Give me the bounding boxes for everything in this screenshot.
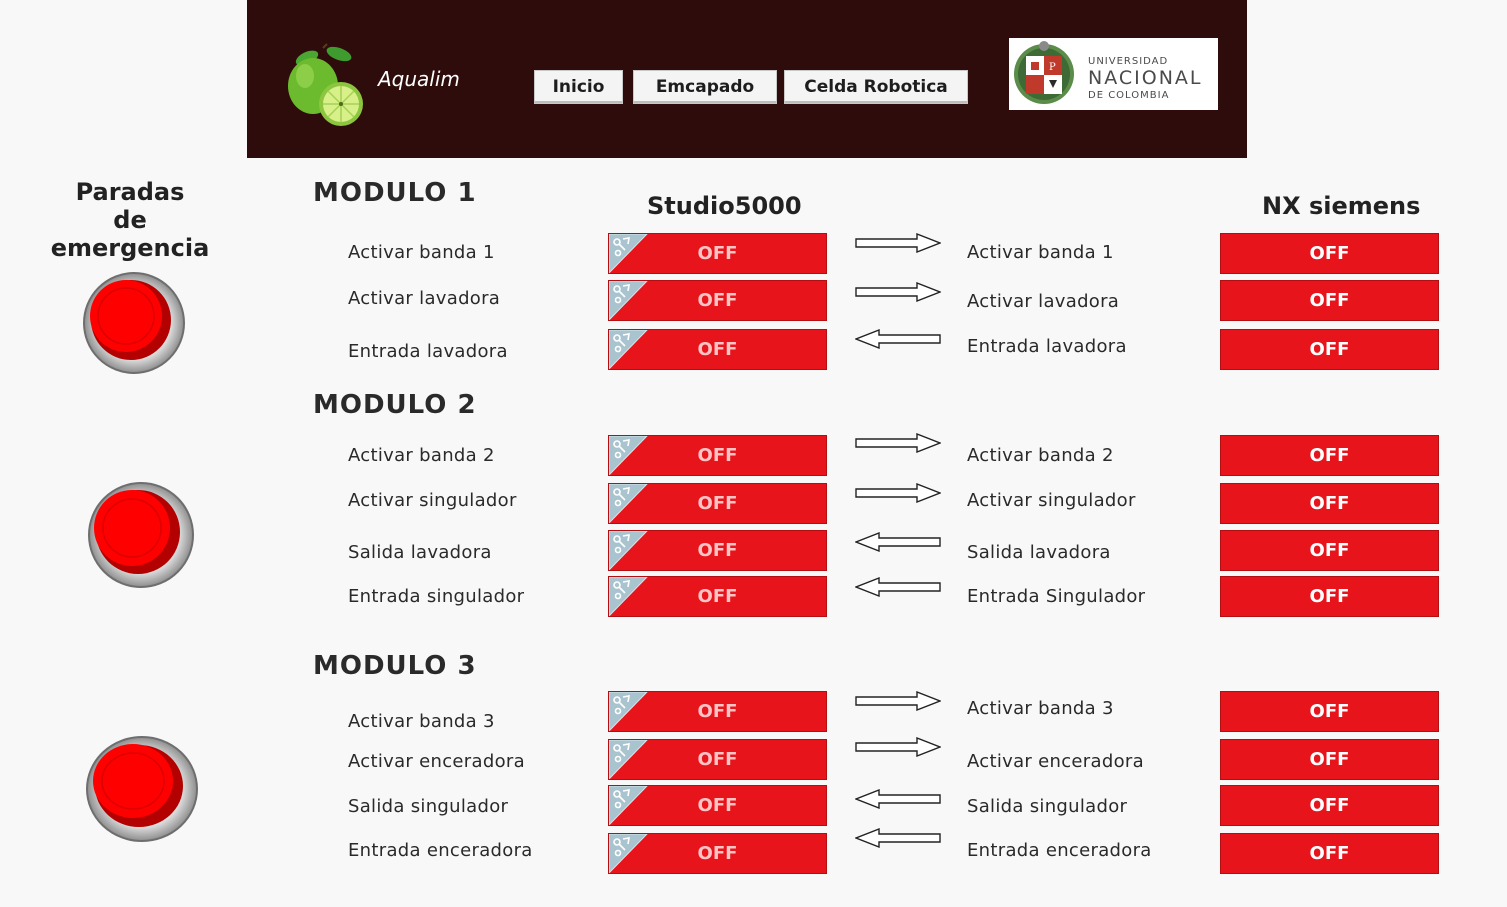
right-signal-label: Salida lavadora — [967, 542, 1111, 563]
lime-logo-icon — [288, 43, 363, 126]
studio-state-text: OFF — [697, 290, 738, 311]
studio5000-column-header: Studio5000 — [647, 192, 802, 220]
arrow-left-icon — [855, 532, 941, 552]
arrow-left-icon — [855, 789, 941, 809]
left-signal-label: Salida singulador — [348, 796, 509, 817]
right-signal-label: Activar enceradora — [967, 751, 1144, 772]
nx-toggle-button[interactable]: OFF — [1220, 785, 1439, 826]
right-signal-label: Activar lavadora — [967, 291, 1120, 312]
right-signal-label: Entrada lavadora — [967, 336, 1127, 357]
studio-toggle-button[interactable]: OFF — [608, 329, 827, 370]
studio-state-text: OFF — [697, 586, 738, 607]
arrow-left-icon — [855, 828, 941, 848]
module-3-title: MODULO 3 — [313, 651, 477, 681]
nx-toggle-button[interactable]: OFF — [1220, 280, 1439, 321]
studio-state-text: OFF — [697, 243, 738, 264]
studio-toggle-button[interactable]: OFF — [608, 483, 827, 524]
studio-state-text: OFF — [697, 445, 738, 466]
right-signal-label: Activar banda 2 — [967, 445, 1114, 466]
nx-toggle-button[interactable]: OFF — [1220, 329, 1439, 370]
module-2-title: MODULO 2 — [313, 390, 477, 420]
university-line2: NACIONAL — [1088, 67, 1203, 89]
right-signal-label: Activar banda 3 — [967, 698, 1114, 719]
right-signal-label: Entrada enceradora — [967, 840, 1152, 861]
university-line1: UNIVERSIDAD — [1088, 56, 1169, 67]
right-signal-label: Activar banda 1 — [967, 242, 1114, 263]
nav-emcapado-button[interactable]: Emcapado — [633, 70, 777, 104]
studio-toggle-button[interactable]: OFF — [608, 576, 827, 617]
nav-celda-robotica-button[interactable]: Celda Robotica — [784, 70, 968, 104]
nx-toggle-button[interactable]: OFF — [1220, 483, 1439, 524]
studio-state-text: OFF — [697, 493, 738, 514]
arrow-right-icon — [855, 233, 941, 253]
studio-state-text: OFF — [697, 749, 738, 770]
university-logo: P π UNIVERSIDAD NACIONAL DE COLOMBIA — [1009, 38, 1218, 110]
module-1-title: MODULO 1 — [313, 178, 477, 208]
left-signal-label: Activar enceradora — [348, 751, 525, 772]
studio-state-text: OFF — [697, 339, 738, 360]
nx-toggle-button[interactable]: OFF — [1220, 233, 1439, 274]
left-signal-label: Activar banda 3 — [348, 711, 495, 732]
studio-toggle-button[interactable]: OFF — [608, 233, 827, 274]
nx-toggle-button[interactable]: OFF — [1220, 691, 1439, 732]
arrow-right-icon — [855, 737, 941, 757]
studio-toggle-button[interactable]: OFF — [608, 530, 827, 571]
studio-toggle-button[interactable]: OFF — [608, 280, 827, 321]
arrow-right-icon — [855, 691, 941, 711]
university-shield-icon: P π — [1014, 41, 1074, 104]
nx-toggle-button[interactable]: OFF — [1220, 833, 1439, 874]
nx-toggle-button[interactable]: OFF — [1220, 739, 1439, 780]
right-signal-label: Salida singulador — [967, 796, 1128, 817]
studio-toggle-button[interactable]: OFF — [608, 435, 827, 476]
emergency-stop-button-2[interactable] — [88, 480, 194, 590]
nx-siemens-column-header: NX siemens — [1262, 192, 1421, 220]
studio-toggle-button[interactable]: OFF — [608, 785, 827, 826]
emergency-title-line1: Paradas — [75, 178, 185, 206]
studio-state-text: OFF — [697, 795, 738, 816]
university-line3: DE COLOMBIA — [1088, 90, 1170, 101]
emergency-title: Paradas de emergencia — [30, 178, 230, 262]
studio-toggle-button[interactable]: OFF — [608, 833, 827, 874]
left-signal-label: Entrada lavadora — [348, 341, 508, 362]
svg-text:π: π — [1029, 81, 1036, 92]
emergency-stop-button-1[interactable] — [82, 270, 186, 376]
nx-toggle-button[interactable]: OFF — [1220, 530, 1439, 571]
left-signal-label: Activar lavadora — [348, 288, 501, 309]
svg-text:P: P — [1049, 62, 1056, 73]
arrow-right-icon — [855, 483, 941, 503]
nx-toggle-button[interactable]: OFF — [1220, 576, 1439, 617]
studio-state-text: OFF — [697, 701, 738, 722]
nx-toggle-button[interactable]: OFF — [1220, 435, 1439, 476]
left-signal-label: Entrada enceradora — [348, 840, 533, 861]
studio-state-text: OFF — [697, 843, 738, 864]
right-signal-label: Entrada Singulador — [967, 586, 1146, 607]
emergency-stop-button-3[interactable] — [85, 735, 199, 843]
emergency-title-line2: de emergencia — [50, 206, 210, 262]
arrow-right-icon — [855, 282, 941, 302]
arrow-left-icon — [855, 577, 941, 597]
app-name: Aqualim — [378, 67, 460, 91]
studio-state-text: OFF — [697, 540, 738, 561]
left-signal-label: Entrada singulador — [348, 586, 525, 607]
studio-toggle-button[interactable]: OFF — [608, 691, 827, 732]
left-signal-label: Activar banda 1 — [348, 242, 495, 263]
right-signal-label: Activar singulador — [967, 490, 1136, 511]
studio-toggle-button[interactable]: OFF — [608, 739, 827, 780]
left-signal-label: Activar singulador — [348, 490, 517, 511]
arrow-left-icon — [855, 329, 941, 349]
arrow-right-icon — [855, 433, 941, 453]
nav-inicio-button[interactable]: Inicio — [534, 70, 623, 104]
left-signal-label: Activar banda 2 — [348, 445, 495, 466]
left-signal-label: Salida lavadora — [348, 542, 492, 563]
